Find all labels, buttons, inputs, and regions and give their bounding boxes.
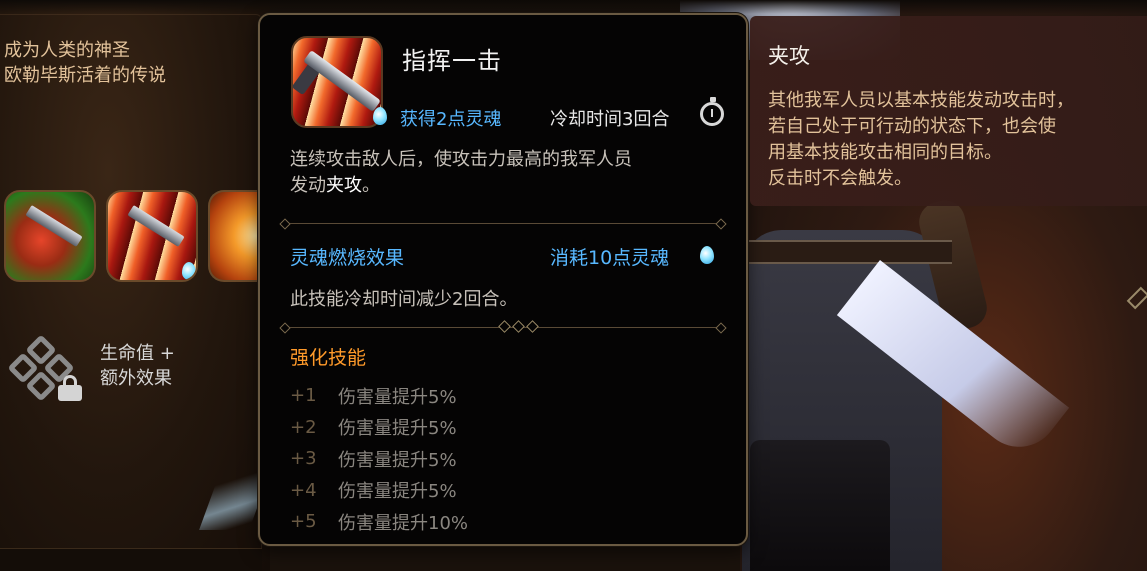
enhance-level: +3 (290, 448, 317, 470)
ornament-icon (498, 320, 540, 333)
sword-slash-icon (291, 36, 383, 128)
keyword-link[interactable]: 夹攻 (326, 175, 362, 196)
soul-flame-icon (700, 246, 714, 264)
skill-list (4, 190, 268, 282)
skill-name: 指挥一击 (402, 47, 502, 75)
enhance-level: +2 (290, 416, 317, 438)
passive-label-line: 额外效果 (100, 368, 172, 389)
keyword-desc-line: 其他我军人员以基本技能发动攻击时， (768, 90, 1074, 111)
cooldown-label: 冷却时间3回合 (550, 109, 670, 130)
soul-burn-description: 此技能冷却时间减少2回合。 (290, 289, 518, 310)
skill-slot-2-selected[interactable] (106, 190, 198, 282)
enhance-level: +5 (290, 511, 317, 533)
enhance-level: +1 (290, 385, 317, 407)
bio-line: 欧勒毕斯活着的传说 (4, 65, 166, 86)
divider (284, 223, 722, 224)
soul-burn-cost: 消耗10点灵魂 (550, 247, 670, 269)
enhance-item: +4 伤害量提升5% (290, 475, 468, 507)
sword-icon (25, 205, 83, 247)
enhance-title: 强化技能 (290, 347, 367, 369)
passive-label-line: 生命值 + (100, 343, 175, 364)
bottom-bar (0, 548, 262, 571)
skill-tooltip: 指挥一击 获得2点灵魂 冷却时间3回合 连续攻击敌人后，使攻击力最高的我军人员 … (258, 13, 748, 546)
keyword-title: 夹攻 (768, 44, 810, 68)
enhance-item: +1 伤害量提升5% (290, 380, 468, 412)
lock-icon (56, 375, 84, 401)
soul-burn-title: 灵魂燃烧效果 (290, 247, 405, 269)
top-shadow (0, 0, 1147, 14)
keyword-desc-line: 若自己处于可行动的状态下，也会使 (768, 116, 1056, 137)
enhance-text: 伤害量提升5% (338, 418, 457, 440)
passive-label: 生命值 + 额外效果 (100, 341, 175, 391)
soul-gain-label: 获得2点灵魂 (400, 109, 502, 130)
desc-text: 发动 (290, 175, 326, 196)
enhance-item: +5 伤害量提升10% (290, 506, 468, 538)
character-belt (742, 240, 952, 264)
enhance-level: +4 (290, 479, 317, 501)
skill-slot-1[interactable] (4, 190, 96, 282)
enhance-list: +1 伤害量提升5% +2 伤害量提升5% +3 伤害量提升5% +4 伤害量提… (290, 380, 468, 538)
enhance-item: +3 伤害量提升5% (290, 443, 468, 475)
bio-line: 成为人类的神圣 (4, 40, 130, 61)
divider-ornate (284, 320, 722, 333)
enhance-item: +2 伤害量提升5% (290, 412, 468, 444)
enhance-text: 伤害量提升5% (338, 449, 457, 471)
enhance-text: 伤害量提升10% (338, 512, 469, 534)
keyword-desc-line: 用基本技能攻击相同的目标。 (768, 142, 1002, 163)
character-bio: 成为人类的神圣 欧勒毕斯活着的传说 (4, 38, 244, 88)
character-boots (750, 440, 890, 571)
sword-slash-icon (127, 205, 185, 247)
enhance-text: 伤害量提升5% (338, 386, 457, 408)
soul-flame-icon (182, 262, 196, 280)
soul-flame-icon (373, 107, 387, 125)
stopwatch-icon (700, 97, 724, 126)
keyword-description: 其他我军人员以基本技能发动攻击时， 若自己处于可行动的状态下，也会使 用基本技能… (768, 88, 1144, 192)
desc-text: 。 (362, 175, 380, 196)
keyword-tooltip: 夹攻 其他我军人员以基本技能发动攻击时， 若自己处于可行动的状态下，也会使 用基… (750, 16, 1147, 206)
keyword-desc-line: 反击时不会触发。 (768, 168, 912, 189)
skill-description: 连续攻击敌人后，使攻击力最高的我军人员 发动夹攻。 (290, 147, 730, 199)
desc-text: 连续攻击敌人后，使攻击力最高的我军人员 (290, 149, 632, 170)
enhance-text: 伤害量提升5% (338, 481, 457, 503)
